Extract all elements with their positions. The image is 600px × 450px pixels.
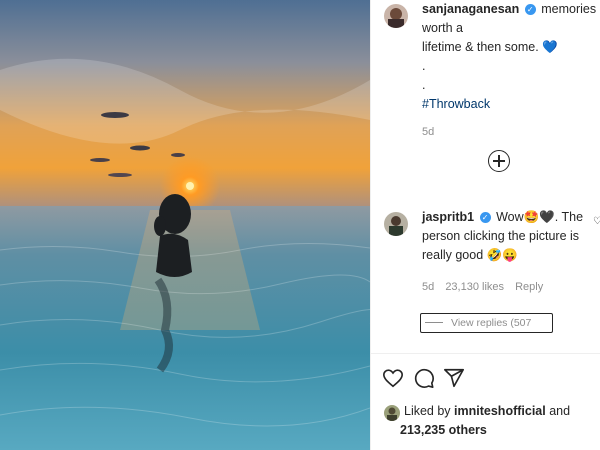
liked-by-label: Liked by xyxy=(404,404,451,418)
comment-age: 5d xyxy=(422,281,435,293)
comment-meta: 5d 23,130 likes Reply xyxy=(422,281,551,293)
liker-username[interactable]: imniteshofficial xyxy=(454,404,546,418)
likes-summary: Liked by imniteshofficial and 213,235 ot… xyxy=(400,402,571,440)
comment-like-heart-icon[interactable]: ♡ xyxy=(593,216,600,227)
comment-emoji: 🤩🖤 xyxy=(523,210,555,224)
post-caption: sanjanaganesan ✓ memories worth a lifeti… xyxy=(422,0,600,142)
reply-button[interactable]: Reply xyxy=(515,281,543,293)
comment-body: jaspritb1 ✓ Wow🤩🖤. The person clicking t… xyxy=(422,208,592,265)
author-username[interactable]: sanjanaganesan xyxy=(422,2,519,16)
likes-count[interactable]: 213,235 others xyxy=(400,423,487,437)
comment-likes[interactable]: 23,130 likes xyxy=(445,281,504,293)
view-replies-button[interactable]: View replies (507 xyxy=(420,313,553,333)
comment-emoji: 🤣😛 xyxy=(486,248,518,262)
comment-text: Wow xyxy=(496,210,524,224)
likes-and-label: and xyxy=(549,404,571,418)
post-photo[interactable] xyxy=(0,0,370,450)
caption-emoji: 💙 xyxy=(542,40,558,54)
liker-avatar[interactable] xyxy=(384,405,400,421)
share-icon[interactable] xyxy=(443,367,465,389)
commenter-username[interactable]: jaspritb1 xyxy=(422,210,474,224)
caption-text-line2: lifetime & then some. xyxy=(422,40,539,54)
verified-badge-icon: ✓ xyxy=(524,4,536,16)
post-age: 5d xyxy=(422,126,435,138)
author-avatar[interactable] xyxy=(384,4,408,28)
heart-icon[interactable] xyxy=(382,367,404,389)
hashtag-link[interactable]: #Throwback xyxy=(422,95,600,114)
caption-dot: . xyxy=(422,59,426,73)
commenter-avatar[interactable] xyxy=(384,212,408,236)
verified-badge-icon: ✓ xyxy=(479,212,491,224)
add-circle-icon[interactable] xyxy=(488,150,510,172)
caption-dot: . xyxy=(422,78,426,92)
comment-icon[interactable] xyxy=(413,367,435,389)
divider xyxy=(370,353,600,354)
